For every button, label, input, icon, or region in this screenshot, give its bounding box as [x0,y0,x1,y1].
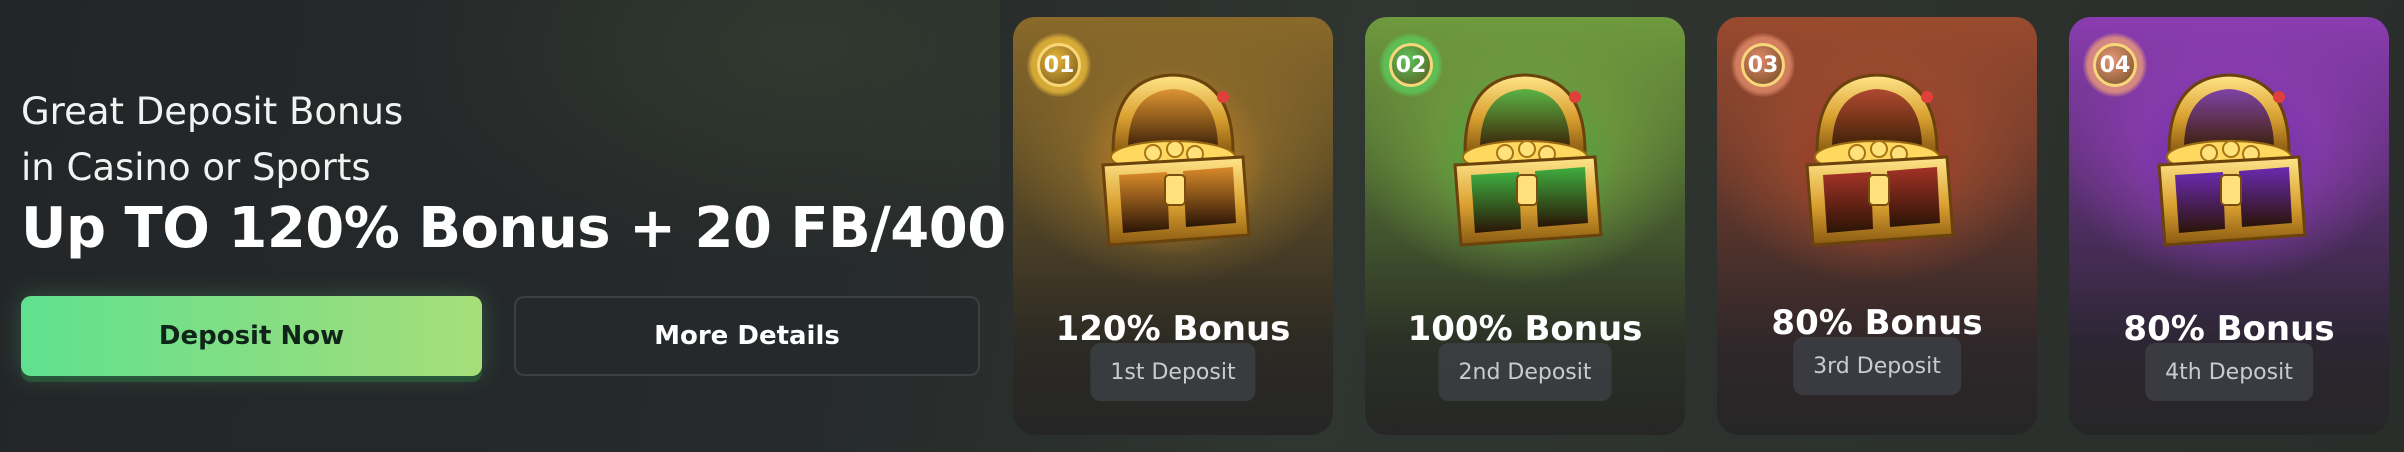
card-deposit-label: 3rd Deposit [1793,337,1961,395]
hero-subtitle: Great Deposit Bonus in Casino or Sports [21,84,403,196]
hero-section: Great Deposit Bonus in Casino or Sports … [0,0,1103,452]
bonus-card-4[interactable]: 04 80% Bonus 4th Deposit [2069,17,2389,435]
treasure-chest-icon [1782,67,1972,257]
treasure-chest-icon [2134,67,2324,257]
bonus-card-3[interactable]: 03 80% Bonus 3rd Deposit [1717,17,2037,435]
hero-headline: Up TO 120% Bonus + 20 FB/400 FS [21,196,1103,261]
hero-subtitle-line2: in Casino or Sports [21,146,371,189]
card-deposit-label: 1st Deposit [1090,343,1256,401]
more-details-button[interactable]: More Details [514,296,980,376]
treasure-chest-icon [1078,67,1268,257]
deposit-now-button[interactable]: Deposit Now [21,296,482,376]
bonus-card-2[interactable]: 02 100% Bonus 2nd Deposit [1365,17,1685,435]
bonus-card-1[interactable]: 01 120% Bonus 1st Deposit [1013,17,1333,435]
card-deposit-label: 2nd Deposit [1438,343,1612,401]
card-deposit-label: 4th Deposit [2145,343,2313,401]
treasure-chest-icon [1430,67,1620,257]
hero-subtitle-line1: Great Deposit Bonus [21,90,404,133]
